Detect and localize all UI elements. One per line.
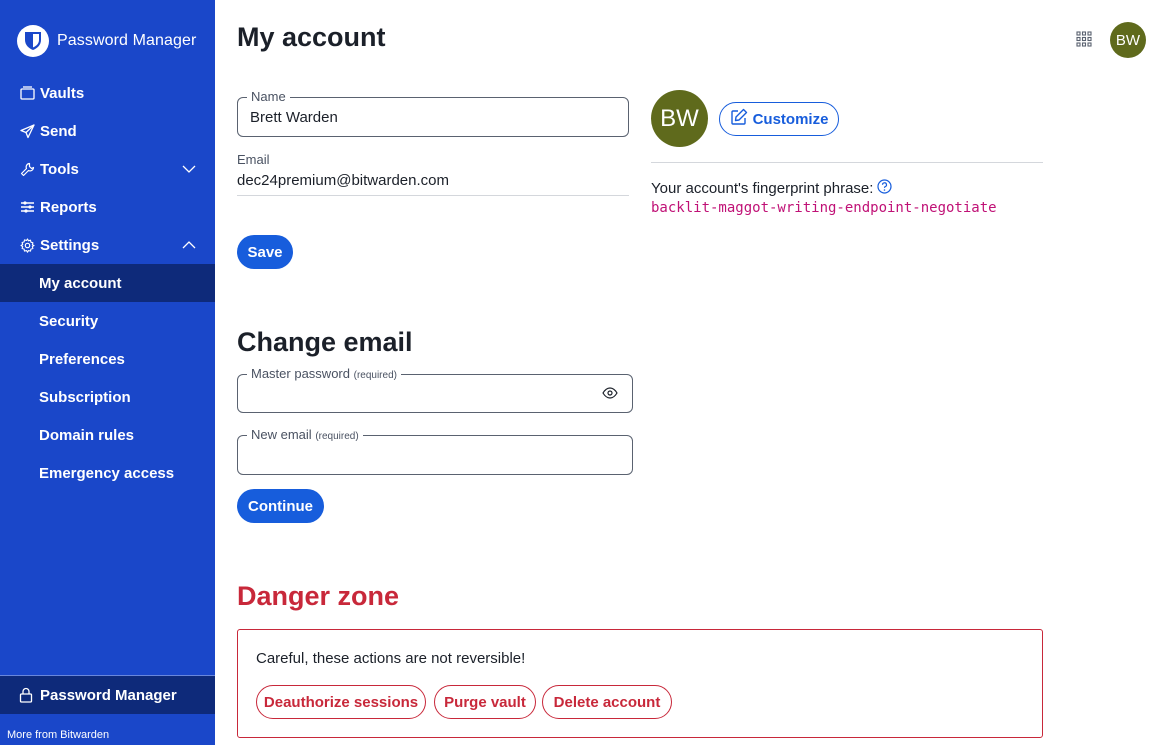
sidebar-item-label: Subscription bbox=[39, 388, 131, 406]
sidebar-item-subscription[interactable]: Subscription bbox=[0, 378, 215, 416]
change-email-title: Change email bbox=[237, 327, 413, 357]
required-tag: (required) bbox=[315, 431, 359, 442]
sidebar-item-security[interactable]: Security bbox=[0, 302, 215, 340]
sidebar-item-label: Vaults bbox=[40, 84, 85, 102]
sidebar-item-settings[interactable]: Settings bbox=[0, 226, 215, 264]
product-switcher-password-manager[interactable]: Password Manager bbox=[0, 676, 215, 714]
edit-icon bbox=[730, 108, 748, 130]
name-value: Brett Warden bbox=[250, 109, 338, 126]
brand-name: Password Manager bbox=[57, 32, 197, 49]
sidebar-item-label: Send bbox=[40, 122, 77, 140]
profile-divider bbox=[651, 162, 1043, 163]
wrench-icon bbox=[19, 161, 35, 177]
danger-zone-title: Danger zone bbox=[237, 581, 400, 611]
more-from-bitwarden: More from Bitwarden bbox=[7, 729, 110, 741]
customize-label: Customize bbox=[752, 110, 829, 128]
fingerprint-label-text: Your account's fingerprint phrase: bbox=[651, 180, 874, 197]
fingerprint-label: Your account's fingerprint phrase: bbox=[651, 179, 893, 198]
new-email-label: New email (required) bbox=[247, 427, 363, 442]
sidebar-item-tools[interactable]: Tools bbox=[0, 150, 215, 188]
gear-icon bbox=[19, 237, 35, 253]
continue-button[interactable]: Continue bbox=[237, 489, 324, 523]
lock-icon bbox=[19, 687, 35, 703]
sidebar-item-preferences[interactable]: Preferences bbox=[0, 340, 215, 378]
email-label: Email bbox=[237, 152, 270, 167]
danger-zone-panel: Careful, these actions are not reversibl… bbox=[237, 629, 1043, 738]
sidebar-item-vaults[interactable]: Vaults bbox=[0, 74, 215, 112]
chevron-down-icon bbox=[181, 161, 197, 177]
sidebar-item-label: Tools bbox=[40, 160, 79, 178]
master-password-label-text: Master password bbox=[251, 366, 350, 381]
sidebar-item-send[interactable]: Send bbox=[0, 112, 215, 150]
master-password-input[interactable]: Master password (required) bbox=[237, 366, 633, 413]
fingerprint-phrase: backlit-maggot-writing-endpoint-negotiat… bbox=[651, 200, 997, 216]
bitwarden-shield-icon bbox=[17, 25, 49, 57]
required-tag: (required) bbox=[353, 370, 397, 381]
sidebar-item-label: Reports bbox=[40, 198, 97, 216]
send-icon bbox=[19, 123, 35, 139]
sidebar-footer: Password Manager More from Bitwarden bbox=[0, 675, 215, 745]
brand[interactable]: Password Manager bbox=[17, 25, 196, 57]
sidebar-item-label: Emergency access bbox=[39, 464, 175, 482]
email-value: dec24premium@bitwarden.com bbox=[237, 172, 449, 189]
sliders-icon bbox=[19, 199, 35, 215]
vault-icon bbox=[19, 85, 35, 101]
save-button[interactable]: Save bbox=[237, 235, 293, 269]
email-divider bbox=[237, 195, 629, 196]
sidebar-item-label: Domain rules bbox=[39, 426, 135, 444]
account-avatar-button[interactable]: BW bbox=[1110, 22, 1146, 58]
deauthorize-sessions-button[interactable]: Deauthorize sessions bbox=[256, 685, 426, 719]
profile-avatar: BW bbox=[651, 90, 708, 147]
name-field[interactable]: Name Brett Warden bbox=[237, 89, 629, 137]
sidebar: Password Manager Vaults Send Tools Repor… bbox=[0, 0, 215, 745]
eye-icon[interactable] bbox=[602, 386, 618, 405]
chevron-up-icon bbox=[181, 237, 197, 253]
app-grid-icon[interactable] bbox=[1076, 31, 1092, 47]
sidebar-item-reports[interactable]: Reports bbox=[0, 188, 215, 226]
master-password-label: Master password (required) bbox=[247, 366, 401, 381]
sidebar-item-domain-rules[interactable]: Domain rules bbox=[0, 416, 215, 454]
sidebar-item-label: My account bbox=[39, 274, 122, 292]
sidebar-item-my-account[interactable]: My account bbox=[0, 264, 215, 302]
purge-vault-button[interactable]: Purge vault bbox=[434, 685, 536, 719]
delete-account-button[interactable]: Delete account bbox=[542, 685, 672, 719]
sidebar-item-emergency-access[interactable]: Emergency access bbox=[0, 454, 215, 492]
help-circle-icon[interactable] bbox=[877, 179, 893, 198]
sidebar-item-label: Preferences bbox=[39, 350, 125, 368]
product-label: Password Manager bbox=[40, 686, 177, 704]
danger-warning: Careful, these actions are not reversibl… bbox=[256, 650, 526, 667]
sidebar-item-label: Settings bbox=[40, 236, 100, 254]
sidebar-nav: Vaults Send Tools Reports Settings My ac… bbox=[0, 74, 215, 492]
customize-avatar-button[interactable]: Customize bbox=[719, 102, 839, 136]
sidebar-item-label: Security bbox=[39, 312, 99, 330]
new-email-input[interactable]: New email (required) bbox=[237, 427, 633, 475]
name-label: Name bbox=[247, 89, 290, 104]
page-title: My account bbox=[237, 22, 386, 52]
new-email-label-text: New email bbox=[251, 427, 312, 442]
